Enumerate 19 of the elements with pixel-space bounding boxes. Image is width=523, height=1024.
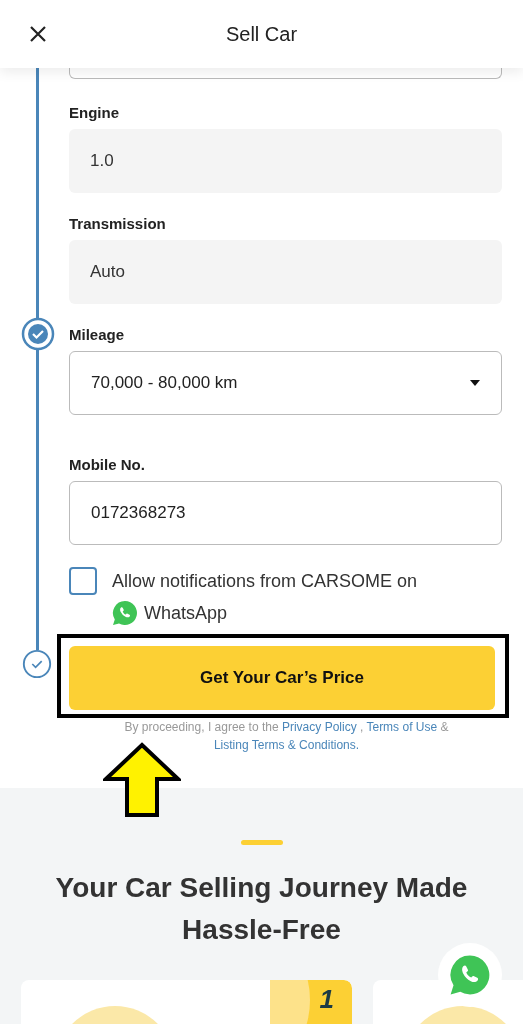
readonly-field: 1.0 [69, 129, 502, 193]
policy-link[interactable]: Listing Terms & Conditions. [213, 738, 360, 752]
section-title: Your Car Selling Journey Made Hassle-Free [54, 871, 469, 947]
input-field[interactable]: 0172368273 [69, 481, 502, 545]
select-value: 70,000 - 80,000 km [91, 373, 238, 393]
field-label: Transmission [69, 214, 167, 234]
checkbox-label: Allow notifications from CARSOME on [112, 570, 418, 592]
page-title: Sell Car [225, 22, 298, 46]
field-label: Engine [69, 103, 120, 123]
channel-label: WhatsApp [144, 602, 228, 624]
readonly-field: Auto [69, 240, 502, 304]
field-label: Mileage [69, 325, 126, 345]
field-label: Mobile No. [69, 455, 146, 475]
select-field[interactable]: 70,000 - 80,000 km [69, 351, 502, 415]
policy-link[interactable]: Privacy Policy [281, 720, 357, 734]
get-price-button[interactable]: Get Your Car’s Price [69, 646, 495, 710]
disclaimer-text: By proceeding, I agree to the Privacy Policy , Terms of Use & Listing Terms & Conditions. [123, 719, 450, 754]
step-badge: 1 [270, 980, 352, 1024]
policy-link[interactable]: Terms of Use [366, 720, 438, 734]
